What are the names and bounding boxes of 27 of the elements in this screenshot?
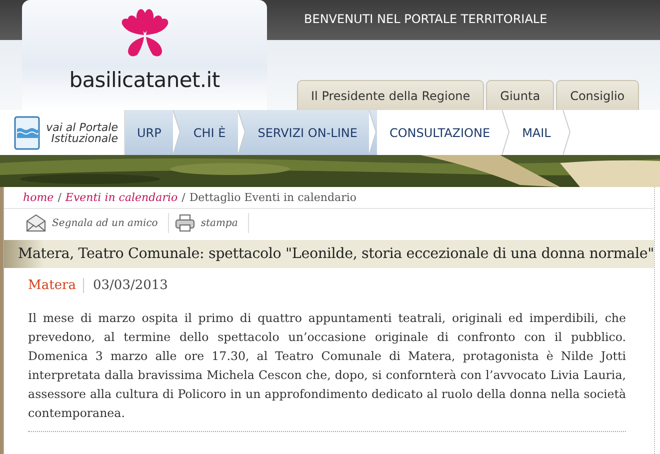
nav-item[interactable]: URP bbox=[125, 110, 182, 155]
tool-link[interactable]: stampa bbox=[168, 213, 249, 233]
site-name: basilicatanet.it bbox=[69, 68, 220, 92]
chevron-icon bbox=[173, 110, 182, 155]
header-tab[interactable]: Il Presidente della Regione bbox=[297, 80, 484, 110]
logo-card[interactable]: basilicatanet.it bbox=[22, 0, 267, 110]
place-tag[interactable]: Matera bbox=[28, 278, 84, 293]
breadcrumb-separator: / bbox=[182, 191, 186, 204]
breadcrumb-link[interactable]: Eventi in calendario bbox=[65, 191, 178, 204]
breadcrumb-link[interactable]: home bbox=[23, 191, 54, 204]
breadcrumb-current: Dettaglio Eventi in calendario bbox=[189, 191, 356, 204]
coat-of-arms-icon bbox=[14, 116, 40, 150]
nav-item[interactable]: CHI È bbox=[181, 110, 246, 155]
header-tab[interactable]: Consiglio bbox=[556, 80, 639, 110]
chevron-icon bbox=[238, 110, 246, 155]
article-title: Matera, Teatro Comunale: spettacolo "Leonilde, storia eccezionale di una donna normale" bbox=[4, 240, 654, 268]
welcome-text: BENVENUTI NEL PORTALE TERRITORIALE bbox=[303, 11, 548, 26]
nav-item[interactable]: MAIL bbox=[510, 110, 571, 155]
header-tab[interactable]: Giunta bbox=[486, 80, 554, 110]
nav-item[interactable]: CONSULTAZIONE bbox=[377, 110, 510, 155]
article-text: Il mese di marzo ospita il primo di quattro appuntamenti teatrali, originali ed imperdibili, che prevedono, al termine dello spettacolo un’occasione originale di confronto con il pubblico. Domenica 3 marzo alle ore 17.30, al Teatro Comunale di Matera, protagonista è Nilde Jotti interpretata dalla bravissima Michela Cescon che, dopo, si confornterà con l’avvocato Livia Lauria, assessore alla cultura di Policoro in un approfondimento dedicato al ruolo della donna nella società contemporanea. bbox=[28, 309, 626, 432]
article-date: 03/03/2013 bbox=[92, 278, 168, 293]
printer-icon bbox=[174, 214, 195, 232]
tool-link[interactable]: Segnala ad un amico bbox=[20, 213, 169, 233]
nav-item[interactable]: SERVIZI ON-LINE bbox=[246, 110, 378, 155]
breadcrumb-separator: / bbox=[58, 191, 62, 204]
envelope-icon bbox=[26, 214, 46, 232]
